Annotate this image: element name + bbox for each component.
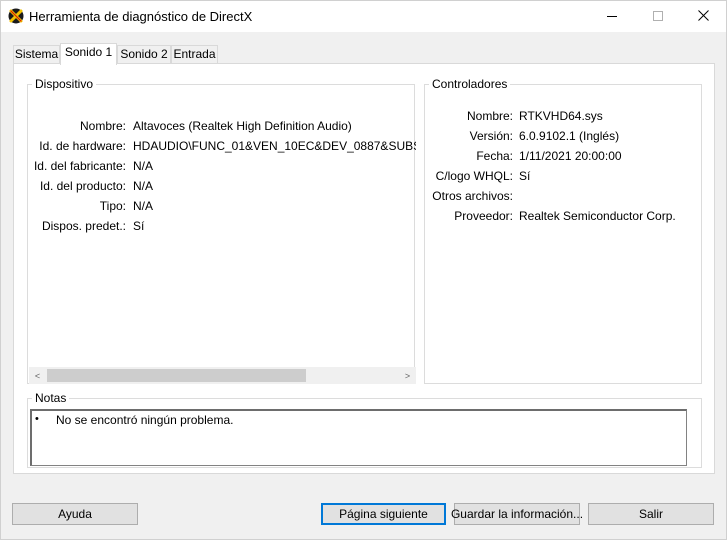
device-horizontal-scrollbar[interactable]: < > [29, 367, 416, 384]
device-group: Dispositivo Nombre: Altavoces (Realtek H… [27, 77, 416, 384]
tab-sonido-2[interactable]: Sonido 2 [117, 45, 171, 64]
maximize-icon [653, 10, 663, 24]
scroll-right-icon[interactable]: > [399, 367, 416, 384]
minimize-button[interactable] [589, 1, 635, 32]
device-label: Id. de hardware: [39, 139, 126, 153]
minimize-icon [607, 10, 617, 24]
scrollbar-thumb[interactable] [47, 369, 306, 382]
driver-value: 1/11/2021 20:00:00 [519, 149, 622, 163]
device-value: N/A [133, 179, 154, 193]
close-button[interactable] [680, 1, 726, 32]
driver-value: RTKVHD64.sys [519, 109, 603, 123]
tab-sistema[interactable]: Sistema [13, 45, 60, 64]
close-icon [697, 9, 709, 24]
device-label: Nombre: [79, 119, 126, 133]
device-value: N/A [133, 159, 154, 173]
tab-panel-sonido-1: Dispositivo Nombre: Altavoces (Realtek H… [13, 63, 715, 474]
device-label: Id. del producto: [39, 179, 126, 193]
device-info-area: Nombre: Altavoces (Realtek High Definiti… [29, 86, 416, 366]
drivers-group: Controladores Nombre: RTKVHD64.sys Versi… [424, 77, 702, 384]
driver-label: Proveedor: [454, 209, 513, 223]
directx-diag-window: Herramienta de diagnóstico de DirectX Si… [0, 0, 727, 540]
driver-label: Otros archivos: [432, 189, 513, 203]
save-information-button[interactable]: Guardar la información... [451, 503, 583, 525]
device-value: Sí [133, 219, 145, 233]
driver-label: C/logo WHQL: [435, 169, 513, 183]
device-value: HDAUDIO\FUNC_01&VEN_10EC&DEV_0887&SUBSYS… [133, 139, 416, 153]
device-label: Dispos. predet.: [41, 219, 126, 233]
notes-group-title: Notas [32, 391, 70, 405]
exit-button[interactable]: Salir [588, 503, 714, 525]
device-value: N/A [133, 199, 154, 213]
notes-textbox[interactable]: • No se encontró ningún problema. [30, 409, 687, 466]
device-label: Tipo: [99, 199, 126, 213]
title-bar: Herramienta de diagnóstico de DirectX [1, 1, 726, 32]
note-bullet-icon: • [35, 413, 39, 425]
next-page-button[interactable]: Página siguiente [321, 503, 446, 525]
driver-label: Versión: [469, 129, 513, 143]
maximize-button[interactable] [635, 1, 681, 32]
drivers-group-title: Controladores [429, 77, 511, 91]
device-label: Id. del fabricante: [33, 159, 126, 173]
device-value: Altavoces (Realtek High Definition Audio… [133, 119, 352, 133]
directx-logo-icon [8, 8, 24, 24]
window-title: Herramienta de diagnóstico de DirectX [29, 9, 253, 24]
scroll-left-icon[interactable]: < [29, 367, 46, 384]
driver-value: Sí [519, 169, 531, 183]
driver-label: Fecha: [476, 149, 513, 163]
tab-entrada[interactable]: Entrada [171, 45, 218, 64]
note-item: No se encontró ningún problema. [56, 413, 234, 427]
driver-label: Nombre: [466, 109, 513, 123]
driver-value: Realtek Semiconductor Corp. [519, 209, 676, 223]
help-button[interactable]: Ayuda [12, 503, 138, 525]
driver-value: 6.0.9102.1 (Inglés) [519, 129, 620, 143]
notes-group: Notas • No se encontró ningún problema. [27, 391, 702, 468]
tab-sonido-1[interactable]: Sonido 1 [60, 43, 117, 65]
